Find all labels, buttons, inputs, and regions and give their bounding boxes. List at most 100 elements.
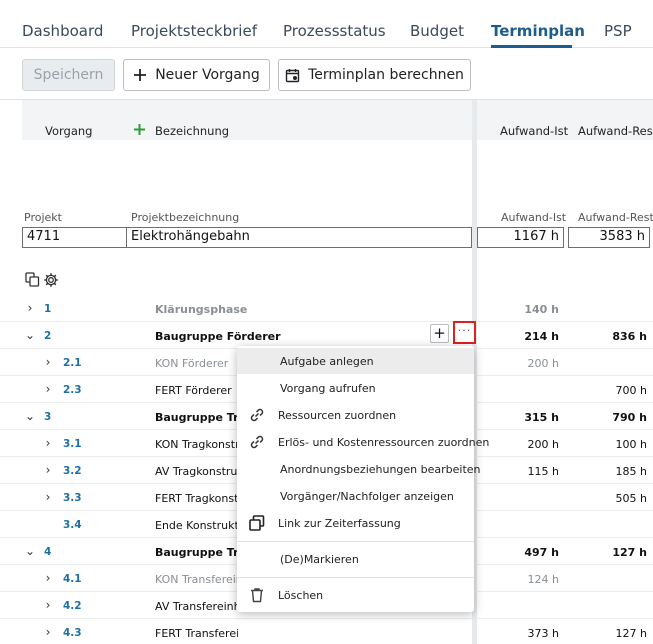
column-aufwand-rest: Aufwand-Rest (578, 124, 653, 138)
project-ist-label: Aufwand-Ist (501, 211, 567, 224)
calculate-schedule-button[interactable]: Terminplan berechnen (278, 59, 471, 91)
column-vorgang: Vorgang (45, 124, 93, 138)
task-aufwand-rest: 185 h (615, 465, 647, 478)
task-aufwand-rest: 127 h (615, 627, 647, 640)
project-rest-field[interactable]: 3583 h (568, 227, 650, 248)
tab-bar: Dashboard Projektsteckbrief Prozessstatu… (0, 0, 653, 48)
task-number[interactable]: 3.1 (63, 438, 82, 450)
project-id-field[interactable]: 4711 (22, 227, 127, 248)
gear-icon[interactable] (43, 272, 59, 292)
menu-item-erloes-kostenressourcen[interactable]: Erlös- und Kostenressourcen zuordnen (237, 429, 489, 455)
task-number[interactable]: 4.2 (63, 600, 82, 612)
menu-separator (237, 541, 474, 542)
add-row-icon[interactable] (133, 121, 146, 140)
task-name: Baugruppe Förderer (155, 330, 281, 343)
tab-prozessstatus[interactable]: Prozessstatus (283, 22, 386, 40)
task-aufwand-ist: 315 h (524, 411, 559, 424)
table-row[interactable]: › 4.3 FERT Transfereinheit 373 h 127 h (0, 619, 653, 644)
menu-item-anordnungsbeziehungen[interactable]: Anordnungsbeziehungen bearbeiten (237, 456, 481, 482)
menu-item-aufgabe-anlegen[interactable]: Aufgabe anlegen (237, 348, 474, 374)
task-number[interactable]: 3 (44, 411, 51, 423)
plus-icon (133, 68, 147, 82)
task-number[interactable]: 4 (44, 546, 51, 558)
save-button-label: Speichern (33, 67, 104, 83)
calculate-schedule-label: Terminplan berechnen (308, 67, 464, 83)
link-icon (248, 406, 266, 427)
project-name-field[interactable]: Elektrohängebahn (126, 227, 472, 248)
menu-item-demarkieren[interactable]: (De)Markieren (237, 546, 474, 572)
menu-item-label: Anordnungsbeziehungen bearbeiten (280, 463, 481, 476)
chevron-right-icon[interactable]: › (42, 463, 54, 477)
tab-psp[interactable]: PSP (604, 22, 632, 40)
task-aufwand-ist: 200 h (527, 357, 559, 370)
chevron-right-icon[interactable]: › (42, 436, 54, 450)
calendar-icon (285, 68, 300, 83)
save-button[interactable]: Speichern (22, 59, 115, 91)
task-number[interactable]: 1 (44, 303, 51, 315)
task-number[interactable]: 2 (44, 330, 51, 342)
tab-projektsteckbrief[interactable]: Projektsteckbrief (131, 22, 257, 40)
project-name-label: Projektbezeichnung (131, 211, 240, 224)
menu-item-label: Aufgabe anlegen (280, 355, 374, 368)
task-name: KON Tragkonstruktion (155, 438, 238, 451)
more-actions-button[interactable]: ··· (453, 321, 476, 344)
task-aufwand-rest: 790 h (612, 411, 647, 424)
task-aufwand-ist: 214 h (524, 330, 559, 343)
task-name: Ende Konstruktion (155, 519, 238, 532)
copy-link-icon (248, 514, 266, 535)
chevron-right-icon[interactable]: › (42, 355, 54, 369)
menu-item-label: Link zur Zeiterfassung (278, 517, 401, 530)
task-name: FERT Transfereinheit (155, 627, 238, 640)
task-name: KON Transfereinheit (155, 573, 238, 586)
table-row[interactable]: › 1 Klärungsphase 140 h (0, 295, 653, 322)
task-name: AV Tragkonstruktion (155, 465, 238, 478)
task-aufwand-rest: 836 h (612, 330, 647, 343)
menu-item-ressourcen-zuordnen[interactable]: Ressourcen zuordnen (237, 402, 474, 428)
task-aufwand-ist: 373 h (527, 627, 559, 640)
menu-item-link-zeiterfassung[interactable]: Link zur Zeiterfassung (237, 510, 474, 536)
task-number[interactable]: 4.1 (63, 573, 82, 585)
task-number[interactable]: 3.3 (63, 492, 82, 504)
chevron-right-icon[interactable]: › (24, 301, 36, 315)
task-aufwand-rest: 127 h (612, 546, 647, 559)
task-number[interactable]: 3.2 (63, 465, 82, 477)
chevron-right-icon[interactable]: › (42, 625, 54, 639)
table-row[interactable]: ⌄ 2 Baugruppe Förderer 214 h 836 h (0, 322, 653, 349)
menu-item-loeschen[interactable]: Löschen (237, 582, 474, 608)
task-number[interactable]: 2.1 (63, 357, 82, 369)
task-name: Klärungsphase (155, 303, 248, 316)
project-ist-field[interactable]: 1167 h (477, 227, 564, 248)
chevron-right-icon[interactable]: › (42, 490, 54, 504)
task-aufwand-ist: 124 h (527, 573, 559, 586)
chevron-down-icon[interactable]: ⌄ (24, 409, 36, 423)
chevron-right-icon[interactable]: › (42, 598, 54, 612)
column-bezeichnung: Bezeichnung (155, 124, 230, 138)
project-label: Projekt (24, 211, 62, 224)
chevron-right-icon[interactable]: › (42, 382, 54, 396)
copy-icon[interactable] (25, 272, 40, 291)
chevron-right-icon[interactable]: › (42, 571, 54, 585)
menu-item-label: Erlös- und Kostenressourcen zuordnen (278, 436, 490, 449)
task-aufwand-ist: 115 h (527, 465, 559, 478)
add-subtask-button[interactable]: + (430, 324, 449, 343)
task-number[interactable]: 4.3 (63, 627, 82, 639)
chevron-down-icon[interactable]: ⌄ (24, 328, 36, 342)
project-rest-label: Aufwand-Rest (578, 211, 653, 224)
task-name: Baugruppe Transfereinheit (155, 546, 238, 559)
task-number[interactable]: 2.3 (63, 384, 82, 396)
task-number[interactable]: 3.4 (63, 519, 82, 531)
menu-item-vorgang-aufrufen[interactable]: Vorgang aufrufen (237, 375, 474, 401)
tab-dashboard[interactable]: Dashboard (22, 22, 103, 40)
active-tab-indicator (491, 45, 572, 48)
new-task-button-label: Neuer Vorgang (155, 67, 260, 83)
new-task-button[interactable]: Neuer Vorgang (123, 59, 270, 91)
link-icon (248, 433, 266, 454)
chevron-down-icon[interactable]: ⌄ (24, 544, 36, 558)
menu-item-label: (De)Markieren (280, 553, 359, 566)
menu-item-vorgaenger-nachfolger[interactable]: Vorgänger/Nachfolger anzeigen (237, 483, 474, 509)
tab-terminplan[interactable]: Terminplan (491, 22, 585, 40)
tab-budget[interactable]: Budget (410, 22, 464, 40)
menu-item-label: Vorgänger/Nachfolger anzeigen (280, 490, 454, 503)
task-aufwand-rest: 505 h (615, 492, 647, 505)
task-aufwand-ist: 140 h (524, 303, 559, 316)
